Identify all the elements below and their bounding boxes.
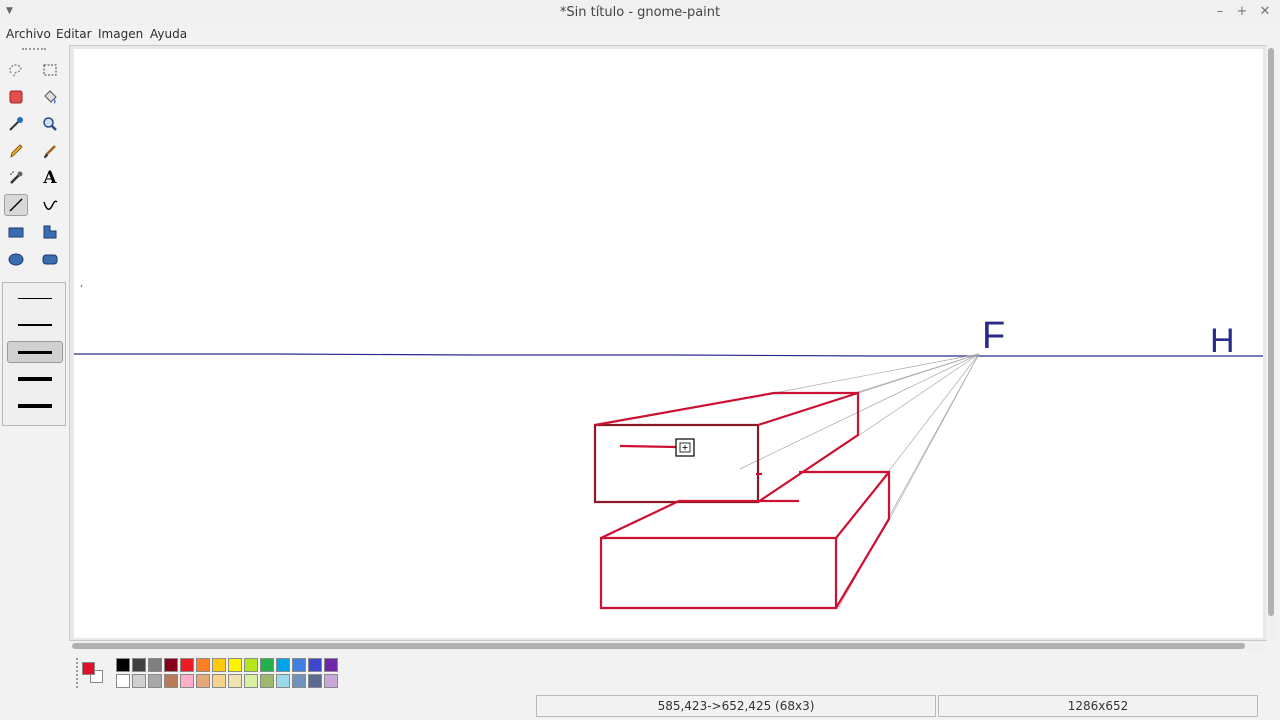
free-select-icon[interactable] — [4, 59, 28, 81]
menu-bar: Archivo Editar Imagen Ayuda — [0, 26, 1280, 46]
fill-bucket-icon[interactable] — [38, 86, 62, 108]
toolbox-handle[interactable] — [22, 48, 46, 50]
foreground-color-swatch[interactable] — [82, 662, 95, 675]
curve-icon[interactable] — [38, 194, 62, 216]
color-swatch[interactable] — [276, 674, 290, 688]
close-button[interactable]: ✕ — [1257, 4, 1273, 20]
line-width-5[interactable] — [7, 395, 63, 417]
color-swatch[interactable] — [212, 658, 226, 672]
color-swatch[interactable] — [260, 674, 274, 688]
color-swatch[interactable] — [132, 658, 146, 672]
color-swatch[interactable] — [308, 674, 322, 688]
color-swatch[interactable] — [196, 674, 210, 688]
minimize-button[interactable]: – — [1212, 4, 1228, 20]
color-swatch[interactable] — [292, 658, 306, 672]
eraser-icon[interactable] — [4, 86, 28, 108]
rect-select-icon[interactable] — [38, 59, 62, 81]
color-swatch[interactable] — [164, 674, 178, 688]
rounded-rect-icon[interactable] — [38, 248, 62, 270]
ellipse-icon[interactable] — [4, 248, 28, 270]
label-h: H — [1210, 322, 1235, 360]
rectangle-icon[interactable] — [4, 221, 28, 243]
line-width-2[interactable] — [7, 314, 63, 336]
color-swatch[interactable] — [116, 658, 130, 672]
image-size-status: 1286x652 — [938, 695, 1258, 717]
text-tool-label: A — [43, 168, 57, 188]
horizontal-scrollbar[interactable] — [70, 641, 1266, 651]
window-title: *Sin título - gnome-paint — [559, 5, 721, 20]
vertical-scroll-thumb[interactable] — [1268, 48, 1274, 616]
horizon-line — [74, 353, 1263, 357]
color-swatch[interactable] — [276, 658, 290, 672]
color-swatch[interactable] — [180, 674, 194, 688]
lower-box — [599, 470, 891, 610]
color-swatch[interactable] — [324, 658, 338, 672]
line-width-1[interactable] — [7, 287, 63, 309]
color-swatch[interactable] — [260, 658, 274, 672]
color-swatch[interactable] — [148, 674, 162, 688]
title-bar: ▼ *Sin título - gnome-paint – + ✕ — [0, 0, 1280, 26]
color-swatch[interactable] — [132, 674, 146, 688]
color-palette — [76, 656, 338, 690]
line-width-4[interactable] — [7, 368, 63, 390]
polygon-icon[interactable] — [38, 221, 62, 243]
color-picker-icon[interactable] — [4, 113, 28, 135]
toolbox: A — [0, 46, 68, 646]
horizontal-scroll-thumb[interactable] — [72, 643, 1245, 649]
menu-imagen[interactable]: Imagen — [98, 27, 143, 41]
selection-status: 585,423->652,425 (68x3) — [536, 695, 936, 717]
line-width-panel — [2, 282, 66, 426]
color-swatch[interactable] — [244, 658, 258, 672]
menu-ayuda[interactable]: Ayuda — [150, 27, 187, 41]
maximize-button[interactable]: + — [1234, 4, 1250, 20]
color-swatch[interactable] — [228, 674, 242, 688]
palette-handle[interactable] — [76, 658, 78, 688]
pencil-icon[interactable] — [4, 140, 28, 162]
upper-box — [593, 391, 860, 504]
cursor-icon — [675, 438, 695, 457]
color-swatch[interactable] — [148, 658, 162, 672]
menu-archivo[interactable]: Archivo — [6, 27, 51, 41]
color-swatch[interactable] — [164, 658, 178, 672]
color-swatch[interactable] — [180, 658, 194, 672]
drawing: F H — [74, 45, 1263, 610]
color-swatch[interactable] — [196, 658, 210, 672]
menu-editar[interactable]: Editar — [56, 27, 92, 41]
color-swatch[interactable] — [308, 658, 322, 672]
text-icon[interactable]: A — [38, 167, 62, 189]
drawing-canvas[interactable]: F H — [74, 45, 1263, 638]
color-swatch[interactable] — [228, 658, 242, 672]
color-swatch[interactable] — [116, 674, 130, 688]
airbrush-icon[interactable] — [4, 167, 28, 189]
color-swatch[interactable] — [244, 674, 258, 688]
color-swatch[interactable] — [324, 674, 338, 688]
vertical-scrollbar[interactable] — [1266, 46, 1276, 640]
color-swatch[interactable] — [212, 674, 226, 688]
color-swatch[interactable] — [292, 674, 306, 688]
line-icon[interactable] — [4, 194, 28, 216]
current-colors — [80, 658, 106, 688]
stray-mark — [80, 284, 83, 288]
status-bar: 585,423->652,425 (68x3) 1286x652 — [0, 692, 1280, 720]
magnify-icon[interactable] — [38, 113, 62, 135]
line-width-3[interactable] — [7, 341, 63, 363]
brush-icon[interactable] — [38, 140, 62, 162]
label-f: F — [982, 315, 1005, 357]
